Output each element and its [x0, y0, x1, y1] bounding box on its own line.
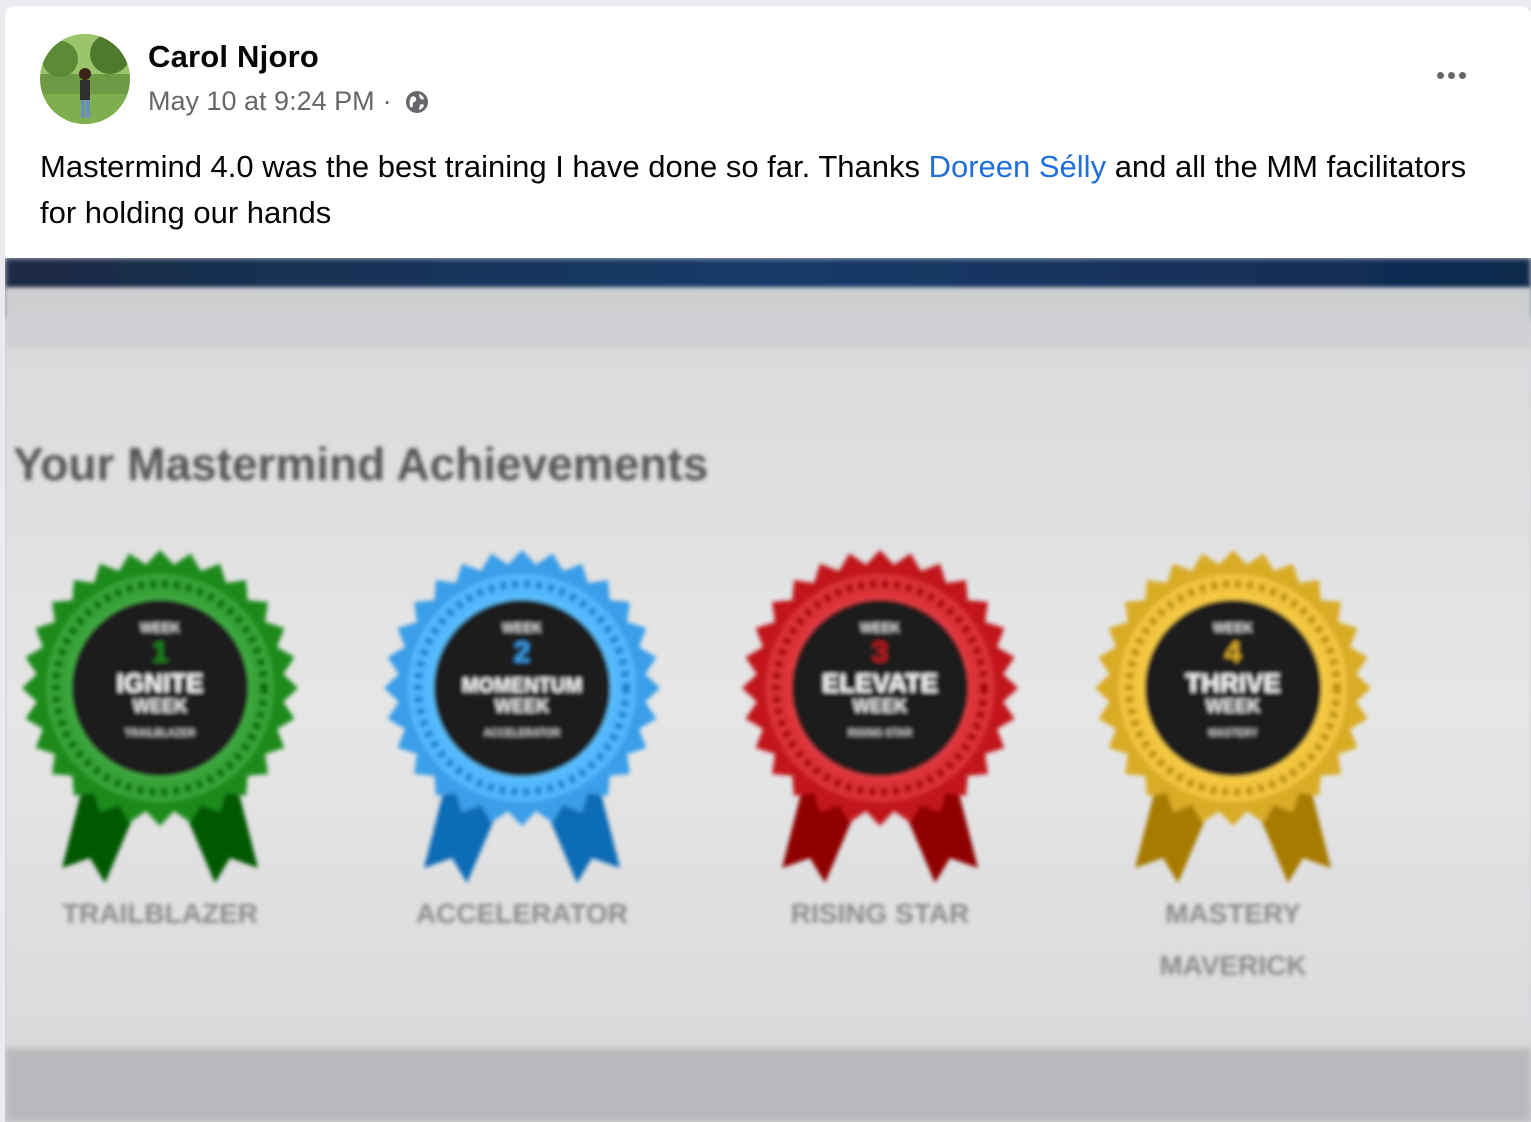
- post-meta: May 10 at 9:24 PM ·: [148, 86, 430, 117]
- badge-week-number: 1: [152, 636, 169, 669]
- mention-link[interactable]: Doreen Sélly: [929, 149, 1106, 184]
- badge-week-label: WEEK: [861, 620, 901, 635]
- badge-title: MOMENTUM: [462, 675, 582, 697]
- badge-caption: RISING STAR: [791, 898, 969, 929]
- badge-inner-caption: MASTERY: [1209, 728, 1258, 739]
- badge-caption: TRAILBLAZER: [62, 898, 258, 929]
- badge-caption: MASTERY: [1165, 898, 1301, 929]
- badge-title: THRIVE: [1185, 668, 1280, 698]
- badge-inner-caption: TRAILBLAZER: [125, 728, 196, 739]
- badge-week-number: 4: [1225, 636, 1242, 669]
- badge-caption-line2: MAVERICK: [1159, 950, 1306, 981]
- badge-caption: ACCELERATOR: [416, 898, 628, 929]
- achievements-heading: Your Mastermind Achievements: [13, 438, 708, 490]
- badge-inner-caption: ACCELERATOR: [484, 728, 561, 739]
- post-text-start: Mastermind 4.0 was the best training I h…: [40, 149, 929, 184]
- badge-title: IGNITE: [117, 668, 204, 698]
- globe-icon[interactable]: [404, 89, 430, 115]
- badge-week-label: WEEK: [141, 620, 181, 635]
- post-card: Carol Njoro May 10 at 9:24 PM · Mastermi…: [5, 6, 1531, 1122]
- badge-subtitle: WEEK: [495, 696, 549, 716]
- post-photo[interactable]: Your Mastermind Achievements WEEK 1 IGNITE…: [5, 258, 1531, 1122]
- badge-subtitle: WEEK: [853, 696, 907, 716]
- post-text: Mastermind 4.0 was the best training I h…: [40, 144, 1500, 236]
- badge-week-number: 2: [514, 636, 531, 669]
- badge-subtitle: WEEK: [133, 696, 187, 716]
- badge-inner-caption: RISING STAR: [848, 728, 912, 739]
- avatar[interactable]: [40, 34, 130, 124]
- more-options-icon[interactable]: [1429, 62, 1473, 88]
- badge-week-label: WEEK: [1214, 620, 1254, 635]
- author-name[interactable]: Carol Njoro: [148, 39, 319, 75]
- badge-week-number: 3: [872, 636, 889, 669]
- timestamp[interactable]: May 10 at 9:24 PM: [148, 86, 375, 117]
- badge-subtitle: WEEK: [1206, 696, 1260, 716]
- badge-title: ELEVATE: [822, 668, 938, 698]
- separator: ·: [382, 86, 392, 116]
- badge-week-label: WEEK: [503, 620, 543, 635]
